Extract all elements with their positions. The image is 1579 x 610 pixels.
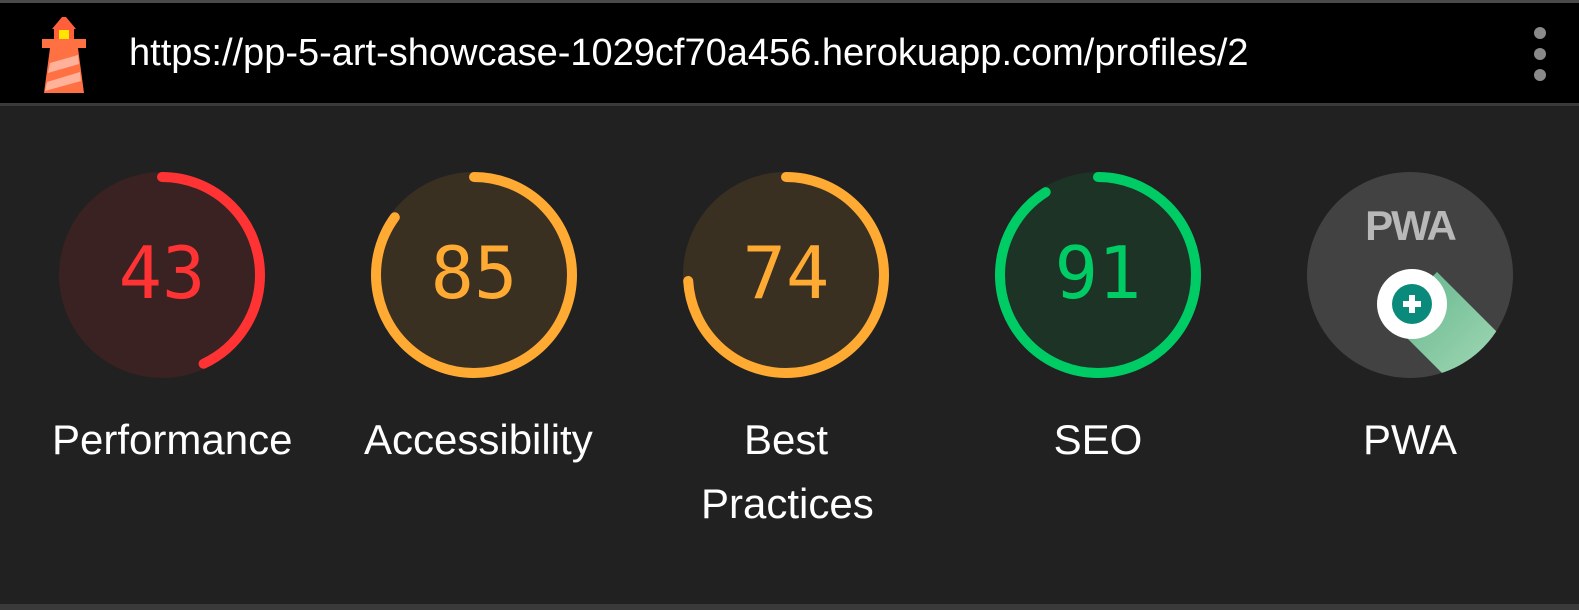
performance-gauge-dial: 43 (59, 172, 265, 378)
accessibility-gauge-dial: 85 (371, 172, 577, 378)
header-divider (0, 103, 1579, 106)
window-bottom-border (0, 604, 1579, 610)
pwa-badge-icon: PWA (1307, 172, 1513, 378)
score-value: 91 (1055, 231, 1142, 315)
gauge-performance[interactable]: 43 Performance (52, 170, 293, 472)
gauge-label: Performance (52, 416, 293, 463)
best-practices-gauge-dial: 74 (683, 172, 889, 378)
gauge-seo[interactable]: 91 SEO (988, 170, 1208, 472)
seo-gauge-dial: 91 (995, 172, 1201, 378)
gauge-label: SEO (1053, 416, 1143, 463)
gauge-pwa[interactable]: PWA PWA (1300, 170, 1520, 472)
plus-icon (1377, 269, 1447, 339)
score-value: 43 (119, 231, 206, 315)
pwa-badge-text: PWA (1365, 202, 1456, 249)
page-url[interactable]: https://pp-5-art-showcase-1029cf70a456.h… (129, 29, 1249, 77)
gauge-label: PWA (1362, 416, 1458, 463)
score-value: 85 (431, 231, 518, 315)
score-value: 74 (743, 231, 830, 315)
report-header: https://pp-5-art-showcase-1029cf70a456.h… (0, 3, 1579, 103)
gauge-best-practices[interactable]: 74 Best Practices (676, 170, 896, 536)
lighthouse-icon (42, 17, 86, 93)
gauge-accessibility[interactable]: 85 Accessibility (364, 170, 593, 472)
kebab-menu-icon[interactable] (1530, 27, 1550, 87)
gauge-label: Accessibility (364, 416, 593, 463)
gauge-label: Best Practices (701, 416, 874, 527)
